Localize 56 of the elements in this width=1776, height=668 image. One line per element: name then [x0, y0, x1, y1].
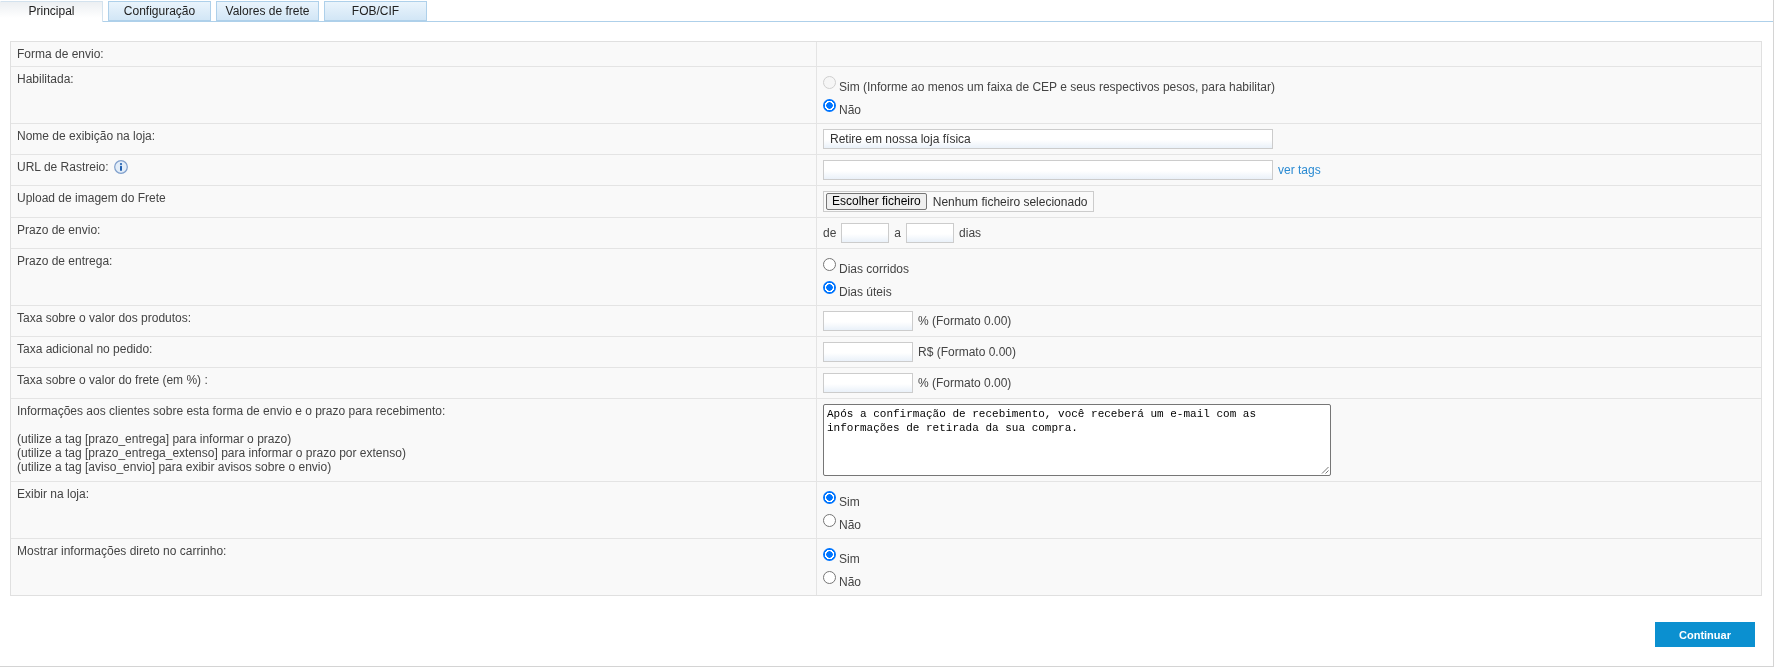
field-label: Upload de imagem do Frete [17, 191, 166, 205]
radio-button[interactable] [823, 99, 836, 112]
radio-button[interactable] [823, 514, 836, 527]
radio-label: Sim [839, 551, 860, 566]
radio-label: Não [839, 102, 861, 117]
hint-text: (utilize a tag [prazo_entrega_extenso] para informar o prazo por extenso) [17, 446, 406, 460]
format-hint: % (Formato 0.00) [918, 314, 1012, 328]
number-field[interactable] [906, 223, 955, 243]
radio-label: Dias úteis [839, 284, 892, 299]
format-hint: R$ (Formato 0.00) [918, 345, 1017, 359]
field-label: Taxa adicional no pedido: [17, 342, 153, 356]
text-field[interactable]: Retire em nossa loja física [823, 129, 1273, 149]
radio-button[interactable] [823, 548, 836, 561]
field-label: Habilitada: [17, 72, 74, 86]
field-label: Mostrar informações direto no carrinho: [17, 544, 227, 558]
radio-label: Não [839, 517, 861, 532]
tab[interactable]: Principal [0, 1, 103, 22]
number-field[interactable] [823, 342, 913, 362]
text-field[interactable] [823, 160, 1273, 180]
field-label: Prazo de entrega: [17, 254, 113, 268]
tags-link[interactable]: ver tags [1278, 163, 1321, 177]
number-field[interactable] [823, 311, 913, 331]
textarea-field[interactable]: Após a confirmação de recebimento, você receberá um e-mail com as informações de retirada da sua compra. [823, 404, 1331, 476]
range-label: de [823, 226, 837, 240]
file-status-text: Nenhum ficheiro selecionado [932, 194, 1088, 209]
hint-text: (utilize a tag [aviso_envio] para exibir avisos sobre o envio) [17, 460, 332, 474]
field-label: Taxa sobre o valor do frete (em %) : [17, 373, 208, 387]
field-label: URL de Rastreio: [17, 160, 109, 174]
file-field[interactable]: Escolher ficheiro Nenhum ficheiro selecionado [823, 191, 1095, 212]
field-label: Prazo de envio: [17, 223, 101, 237]
field-label: Nome de exibição na loja: [17, 129, 156, 143]
radio-label: Não [839, 574, 861, 589]
number-field[interactable] [841, 223, 890, 243]
radio-label: Sim (Informe ao menos um faixa de CEP e seus respectivos pesos, para habilitar) [839, 79, 1275, 94]
tab[interactable]: Valores de frete [216, 1, 319, 21]
number-field[interactable] [823, 373, 913, 393]
radio-button[interactable] [823, 258, 836, 271]
field-label: Exibir na loja: [17, 487, 90, 501]
unit-label: dias [959, 226, 982, 240]
continue-button[interactable]: Continuar [1655, 622, 1755, 647]
radio-button[interactable] [823, 571, 836, 584]
field-label: Taxa sobre o valor dos produtos: [17, 311, 192, 325]
radio-label: Sim [839, 494, 860, 509]
field-label: Informações aos clientes sobre esta forma de envio e o prazo para recebimento: [17, 404, 446, 418]
choose-file-button[interactable]: Escolher ficheiro [826, 193, 927, 210]
radio-label: Dias corridos [839, 261, 910, 276]
field-label: Forma de envio: [17, 47, 104, 61]
radio-button[interactable] [823, 491, 836, 504]
hint-text: (utilize a tag [prazo_entrega] para informar o prazo) [17, 432, 292, 446]
radio-button[interactable] [823, 281, 836, 294]
range-label: a [894, 226, 902, 240]
info-icon[interactable] [113, 160, 128, 174]
tab[interactable]: FOB/CIF [324, 1, 427, 21]
resize-grip-icon[interactable] [1321, 466, 1329, 474]
tab[interactable]: Configuração [108, 1, 211, 21]
format-hint: % (Formato 0.00) [918, 376, 1012, 390]
